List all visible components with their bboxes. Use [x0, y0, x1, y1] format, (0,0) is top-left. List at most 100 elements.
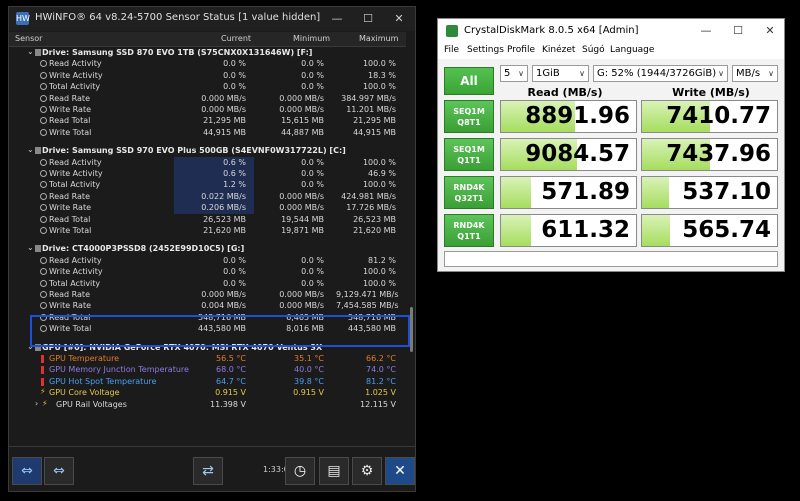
sensor-row[interactable]: ⚡ GPU Core Voltage 0.915 V 0.915 V 1.025 V — [9, 387, 406, 399]
sensor-clock-icon — [40, 60, 47, 68]
hwinfo-titlebar[interactable]: HW HWiNFO® 64 v8.24-5700 Sensor Status [… — [9, 7, 415, 31]
sensor-row[interactable]: Read Activity 0.0 % 0.0 % 100.0 % — [9, 58, 406, 70]
cdm-close-button[interactable]: ✕ — [754, 19, 786, 43]
menu-settings[interactable]: Settings — [467, 45, 504, 55]
value-minimum: 0.0 % — [301, 70, 324, 80]
sensor-row[interactable]: Write Activity 0.0 % 0.0 % 18.3 % — [9, 70, 406, 82]
cdm-titlebar[interactable]: CrystalDiskMark 8.0.5 x64 [Admin] — ☐ ✕ — [438, 19, 784, 43]
cdm-minimize-button[interactable]: — — [690, 19, 722, 43]
read-result: 571.89 — [500, 176, 637, 209]
expand-chevron-icon[interactable]: › — [35, 399, 38, 408]
sensor-clock-icon — [40, 302, 47, 310]
sensor-row[interactable]: Write Total 21,620 MB 19,871 MB 21,620 MB — [9, 225, 406, 237]
clock-icon[interactable]: ◷ — [285, 457, 315, 485]
sensor-row[interactable]: Total Activity 1.2 % 0.0 % 100.0 % — [9, 179, 406, 192]
size-select[interactable]: 1GiB ∨ — [532, 65, 589, 82]
menu-kinezet[interactable]: Kinézet — [542, 45, 575, 55]
menu-language[interactable]: Language — [610, 45, 654, 55]
value-minimum: 40.0 °C — [294, 365, 324, 375]
network-icon[interactable]: ⇄ — [193, 457, 223, 485]
sensor-row[interactable]: GPU Hot Spot Temperature 64.7 °C 39.8 °C 81… — [9, 376, 406, 388]
value-minimum: 0.000 MB/s — [279, 93, 324, 103]
sensor-row[interactable]: Write Activity 0.0 % 0.0 % 100.0 % — [9, 266, 406, 278]
sensor-group[interactable]: ⌄ Drive: Samsung SSD 970 EVO Plus 500GB (… — [9, 145, 406, 157]
value-current: 0.0 % — [223, 278, 246, 288]
sensor-row[interactable]: Read Rate 0.000 MB/s 0.000 MB/s 384.997 MB/… — [9, 93, 406, 105]
scrollbar-thumb[interactable] — [410, 307, 413, 352]
test-queue: Q1T1 — [457, 156, 481, 165]
read-bar — [501, 177, 531, 208]
write-value: 7410.77 — [666, 103, 771, 129]
write-value: 537.10 — [682, 179, 771, 205]
value-minimum: 0.000 MB/s — [279, 301, 324, 311]
test-button-rnd4k-q32t1[interactable]: RND4K Q32T1 — [444, 176, 494, 209]
drive-icon — [35, 147, 41, 155]
drive-icon — [35, 245, 41, 253]
all-button[interactable]: All — [444, 67, 494, 95]
menu-profile[interactable]: Profile — [507, 45, 535, 55]
menu-sugo[interactable]: Súgó — [582, 45, 605, 55]
test-button-seq1m-q8t1[interactable]: SEQ1M Q8T1 — [444, 100, 494, 133]
sensor-group[interactable]: ⌄ Drive: Samsung SSD 870 EVO 1TB (S75CNX0… — [9, 47, 406, 59]
close-x-icon[interactable]: ✕ — [385, 457, 415, 485]
write-bar — [642, 215, 671, 246]
sensor-row[interactable]: Read Activity 0.6 % 0.0 % 100.0 % — [9, 156, 406, 169]
sensor-label: GPU Rail Voltages — [56, 399, 127, 409]
value-minimum: 0.000 MB/s — [279, 105, 324, 114]
expand-arrows-button[interactable]: ⇔ — [44, 457, 74, 485]
value-minimum: 0.0 % — [301, 59, 324, 69]
value-minimum: 15,615 MB — [281, 116, 324, 126]
value-current: 0.915 V — [215, 388, 246, 398]
sensor-list[interactable]: ⌄ Drive: Samsung SSD 870 EVO 1TB (S75CNX0… — [9, 47, 406, 447]
count-select[interactable]: 5 ∨ — [500, 65, 528, 82]
write-header: Write (MB/s) — [672, 86, 750, 99]
write-result: 7437.96 — [641, 138, 778, 171]
minimize-button[interactable]: — — [321, 7, 353, 31]
group-label: Drive: Samsung SSD 970 EVO Plus 500GB (S… — [42, 146, 346, 156]
column-maximum[interactable]: Maximum — [359, 34, 398, 43]
sensor-row[interactable]: Read Rate 0.000 MB/s 0.000 MB/s 9,129.471 M… — [9, 289, 406, 301]
value-maximum: 46.9 % — [368, 169, 396, 178]
collapse-chevron-icon[interactable]: ⌄ — [27, 47, 34, 56]
maximize-button[interactable]: ☐ — [352, 7, 384, 31]
sensor-group[interactable]: ⌄ Drive: CT4000P3PSSD8 (2452E99D10C5) [G:… — [9, 243, 406, 255]
sensor-label: Total Activity — [49, 278, 101, 288]
sensor-clock-icon — [40, 170, 47, 177]
sensor-row[interactable]: Read Activity 0.0 % 0.0 % 81.2 % — [9, 255, 406, 267]
column-minimum[interactable]: Minimum — [293, 34, 330, 43]
sensor-row[interactable]: GPU Memory Junction Temperature 68.0 °C 40… — [9, 364, 406, 376]
test-button-seq1m-q1t1[interactable]: SEQ1M Q1T1 — [444, 138, 494, 171]
close-button[interactable]: ✕ — [383, 7, 415, 31]
test-button-rnd4k-q1t1[interactable]: RND4K Q1T1 — [444, 214, 494, 247]
collapse-arrows-button[interactable]: ⇔ — [12, 457, 42, 485]
cdm-maximize-button[interactable]: ☐ — [722, 19, 754, 43]
sensor-row[interactable]: Total Activity 0.0 % 0.0 % 100.0 % — [9, 81, 406, 93]
sensor-row[interactable]: Write Activity 0.6 % 0.0 % 46.9 % — [9, 168, 406, 180]
sensor-row[interactable]: Write Rate 0.004 MB/s 0.000 MB/s 7,454.585 … — [9, 300, 406, 312]
sensor-clock-icon — [40, 117, 47, 125]
sensor-row[interactable]: Read Total 26,523 MB 19,544 MB 26,523 MB — [9, 214, 406, 226]
column-current[interactable]: Current — [221, 34, 251, 43]
menu-file[interactable]: File — [444, 45, 459, 55]
value-minimum: 0.0 % — [301, 169, 324, 178]
drive-select[interactable]: G: 52% (1944/3726GiB) ∨ — [593, 65, 728, 82]
unit-select[interactable]: MB/s ∨ — [732, 65, 778, 82]
value-current: 0.000 MB/s — [201, 93, 246, 103]
collapse-chevron-icon[interactable]: ⌄ — [27, 243, 34, 252]
sensor-row[interactable]: Write Rate 0.206 MB/s 0.000 MB/s 17.726 MB/… — [9, 202, 406, 215]
sensor-row[interactable]: Total Activity 0.0 % 0.0 % 100.0 % — [9, 278, 406, 290]
report-icon[interactable]: ▤ — [319, 457, 349, 485]
scrollbar-track[interactable] — [407, 32, 415, 447]
sensor-label: Write Activity — [49, 267, 103, 277]
sensor-row[interactable]: › ⚡ GPU Rail Voltages 11.398 V 12.115 V — [9, 399, 406, 411]
sensor-label: Read Activity — [49, 59, 102, 69]
settings-gear-icon[interactable]: ⚙ — [352, 457, 382, 485]
sensor-row[interactable]: GPU Temperature 56.5 °C 35.1 °C 66.2 °C — [9, 353, 406, 365]
column-sensor[interactable]: Sensor — [15, 34, 42, 43]
sensor-row[interactable]: Write Total 44,915 MB 44,887 MB 44,915 MB — [9, 127, 406, 139]
sensor-row[interactable]: Read Rate 0.022 MB/s 0.000 MB/s 424.981 MB/… — [9, 190, 406, 203]
collapse-chevron-icon[interactable]: ⌄ — [27, 145, 34, 154]
sensor-row[interactable]: Read Total 21,295 MB 15,615 MB 21,295 MB — [9, 115, 406, 127]
sensor-row[interactable]: Write Rate 0.000 MB/s 0.000 MB/s 11.201 MB/… — [9, 104, 406, 116]
sensor-clock-icon — [40, 268, 47, 276]
